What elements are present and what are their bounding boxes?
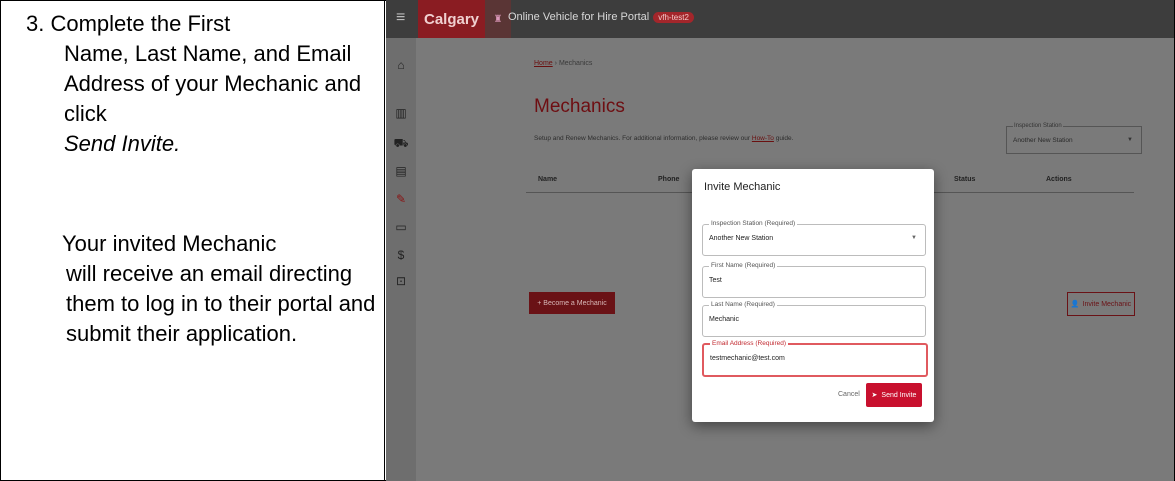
note-line1: Your invited Mechanic: [62, 231, 277, 256]
cancel-button[interactable]: Cancel: [838, 391, 860, 398]
wrench-icon[interactable]: ✎: [386, 192, 416, 206]
description-suffix: guide.: [775, 135, 794, 142]
col-phone: Phone: [658, 176, 680, 183]
chevron-down-icon: ▼: [1127, 137, 1133, 143]
step-body: Name, Last Name, and Email Address of yo…: [26, 39, 376, 159]
last-name-label: Last Name (Required): [709, 301, 777, 308]
breadcrumb-home[interactable]: Home: [534, 60, 553, 67]
select-label: Inspection Station: [1013, 123, 1063, 129]
send-invite-button[interactable]: ➤ Send Invite: [866, 383, 922, 407]
select-value: Another New Station: [1013, 137, 1073, 144]
step-line1: Complete the First: [50, 11, 231, 36]
breadcrumb: Home › Mechanics: [534, 60, 592, 67]
env-badge: vfh-test2: [653, 11, 694, 23]
brand-name: Calgary: [424, 10, 480, 28]
top-bar: ≡ Calgary ♜ Online Vehicle for Hire Port…: [386, 0, 1174, 38]
first-name-value: Test: [709, 277, 722, 284]
step-action: Send Invite.: [64, 131, 181, 156]
send-invite-label: Send Invite: [881, 391, 917, 399]
step-number: 3.: [26, 11, 45, 36]
building-icon[interactable]: ▥: [386, 106, 416, 120]
step-3-text: 3. Complete the First Name, Last Name, a…: [26, 9, 376, 159]
email-field[interactable]: Email Address (Required) testmechanic@te…: [702, 340, 928, 377]
description-text: Setup and Renew Mechanics. For additiona…: [534, 135, 751, 142]
station-label: Inspection Station (Required): [709, 220, 798, 227]
last-name-field[interactable]: Last Name (Required) Mechanic: [702, 301, 926, 337]
col-actions: Actions: [1046, 176, 1072, 183]
portal-title-text: Online Vehicle for Hire Portal: [508, 11, 650, 23]
first-name-field[interactable]: First Name (Required) Test: [702, 262, 926, 298]
first-name-label: First Name (Required): [709, 262, 778, 269]
note-body: will receive an email directing them to …: [66, 261, 376, 346]
person-add-icon: 👤: [1070, 301, 1080, 308]
portal-title: Online Vehicle for Hire Portal vfh-test2: [508, 11, 694, 23]
app-screenshot: ≡ Calgary ♜ Online Vehicle for Hire Port…: [386, 0, 1174, 481]
home-icon[interactable]: ⌂: [386, 58, 416, 72]
dollar-icon[interactable]: $: [386, 248, 416, 262]
email-value: testmechanic@test.com: [710, 355, 785, 362]
last-name-value: Mechanic: [709, 316, 739, 323]
invite-mechanic-dialog: Invite Mechanic Inspection Station (Requ…: [692, 169, 934, 422]
breadcrumb-current: Mechanics: [558, 60, 593, 67]
dialog-title: Invite Mechanic: [704, 181, 781, 193]
vehicle-icon[interactable]: ▤: [386, 164, 416, 178]
station-select[interactable]: Inspection Station (Required) Another Ne…: [702, 220, 926, 256]
col-name: Name: [538, 176, 558, 183]
station-value: Another New Station: [709, 235, 774, 242]
menu-icon[interactable]: ≡: [396, 9, 405, 27]
lock-icon[interactable]: ⊡: [386, 274, 416, 288]
note-text: Your invited Mechanic will receive an em…: [62, 229, 392, 349]
invite-mechanic-label: Invite Mechanic: [1082, 300, 1132, 308]
become-mechanic-button[interactable]: + Become a Mechanic: [529, 292, 615, 314]
instruction-panel: 3. Complete the First Name, Last Name, a…: [0, 0, 385, 481]
inspection-station-select[interactable]: Inspection Station Another New Station ▼: [1006, 123, 1142, 154]
how-to-link[interactable]: How-To: [752, 135, 774, 142]
email-label: Email Address (Required): [710, 340, 789, 347]
page-description: Setup and Renew Mechanics. For additiona…: [534, 135, 793, 142]
invite-mechanic-button[interactable]: 👤 Invite Mechanic: [1067, 292, 1135, 316]
sidebar: ⌂ ▥ ⛟ ▤ ✎ ▭ $ ⊡: [386, 38, 416, 481]
col-status: Status: [954, 176, 976, 183]
page-title: Mechanics: [534, 96, 625, 117]
step-body-text: Name, Last Name, and Email Address of yo…: [64, 41, 362, 126]
chevron-down-icon: ▼: [911, 235, 917, 241]
calgary-logo[interactable]: Calgary ♜: [418, 0, 512, 38]
breadcrumb-separator: ›: [554, 60, 557, 67]
send-icon: ➤: [871, 392, 878, 399]
card-icon[interactable]: ▭: [386, 220, 416, 234]
car-icon[interactable]: ⛟: [386, 136, 416, 152]
